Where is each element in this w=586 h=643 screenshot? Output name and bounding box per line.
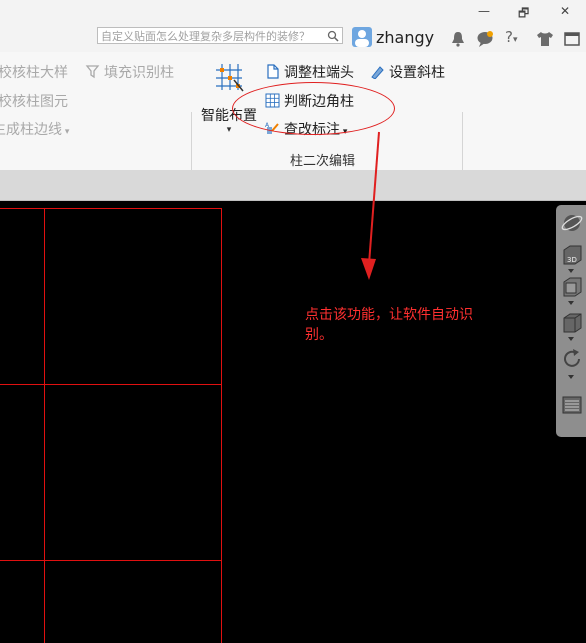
annotation-text: 点击该功能，让软件自动识别。 <box>305 307 473 343</box>
check-column-detail-button[interactable]: 校核柱大样 <box>0 62 68 82</box>
column-grid <box>0 208 222 643</box>
layer-panel-icon[interactable] <box>560 393 584 417</box>
box-view-icon[interactable] <box>560 275 584 299</box>
username[interactable]: zhangy <box>376 28 434 47</box>
cube-icon[interactable] <box>560 311 584 335</box>
generate-column-edge-button[interactable]: 生成柱边线 ▾ <box>0 119 69 139</box>
search-placeholder: 自定义贴面怎么处理复杂多层构件的装修？ <box>101 30 310 43</box>
annotation-ellipse <box>232 82 395 135</box>
chevron-down-icon: ▾ <box>226 125 232 135</box>
set-inclined-column-button[interactable]: 设置斜柱 <box>370 62 445 82</box>
tab-strip <box>0 170 586 201</box>
orbit-icon[interactable] <box>560 211 584 235</box>
ribbon: 校核柱大样 校核柱图元 生成柱边线 ▾ 填充识别柱 智能布置 ▾ 调整柱端头 设… <box>0 52 586 218</box>
drawing-canvas[interactable] <box>0 201 586 643</box>
check-column-element-button[interactable]: 校核柱图元 <box>0 91 68 111</box>
title-bar: — 🗗 ✕ 自定义贴面怎么处理复杂多层构件的装修？ zhangy ?▾ <box>0 0 586 52</box>
generate-column-edge-label: 生成柱边线 <box>0 122 62 138</box>
chevron-down-icon: ▾ <box>62 127 70 137</box>
inclined-column-icon <box>371 66 384 79</box>
adjust-column-end-label: 调整柱端头 <box>284 65 354 81</box>
help-icon[interactable]: ?▾ <box>505 28 527 46</box>
rotate-icon[interactable] <box>560 347 584 371</box>
help-dropdown-icon: ▾ <box>512 35 518 45</box>
bell-icon[interactable] <box>449 30 467 48</box>
set-inclined-column-label: 设置斜柱 <box>389 65 445 81</box>
fill-identify-label: 填充识别柱 <box>104 65 174 81</box>
chevron-down-icon[interactable] <box>568 301 574 305</box>
search-input[interactable]: 自定义贴面怎么处理复杂多层构件的装修？ <box>97 27 343 44</box>
close-button[interactable]: ✕ <box>560 4 570 18</box>
chevron-down-icon[interactable] <box>568 375 574 379</box>
fill-identify-button[interactable]: 填充识别柱 <box>85 62 174 82</box>
svg-text:3D: 3D <box>567 256 577 264</box>
search-icon[interactable] <box>327 30 339 42</box>
ribbon-group-label: 柱二次编辑 <box>290 154 356 169</box>
adjust-column-end-icon <box>267 64 279 79</box>
fill-identify-icon <box>85 65 100 79</box>
skin-icon[interactable] <box>536 30 554 48</box>
chat-icon[interactable] <box>476 30 494 48</box>
chevron-down-icon[interactable] <box>568 269 574 273</box>
viewport-toolbar: 3D <box>556 205 586 437</box>
avatar[interactable] <box>352 27 372 47</box>
chevron-down-icon[interactable] <box>568 337 574 341</box>
help-label: ? <box>505 28 513 46</box>
adjust-column-end-button[interactable]: 调整柱端头 <box>265 62 354 82</box>
3d-view-icon[interactable]: 3D <box>560 243 584 267</box>
smart-layout-icon <box>216 64 244 92</box>
minimize-button[interactable]: — <box>478 4 490 18</box>
restore-button[interactable]: 🗗 <box>518 4 529 25</box>
window-mode-icon[interactable] <box>563 30 581 48</box>
